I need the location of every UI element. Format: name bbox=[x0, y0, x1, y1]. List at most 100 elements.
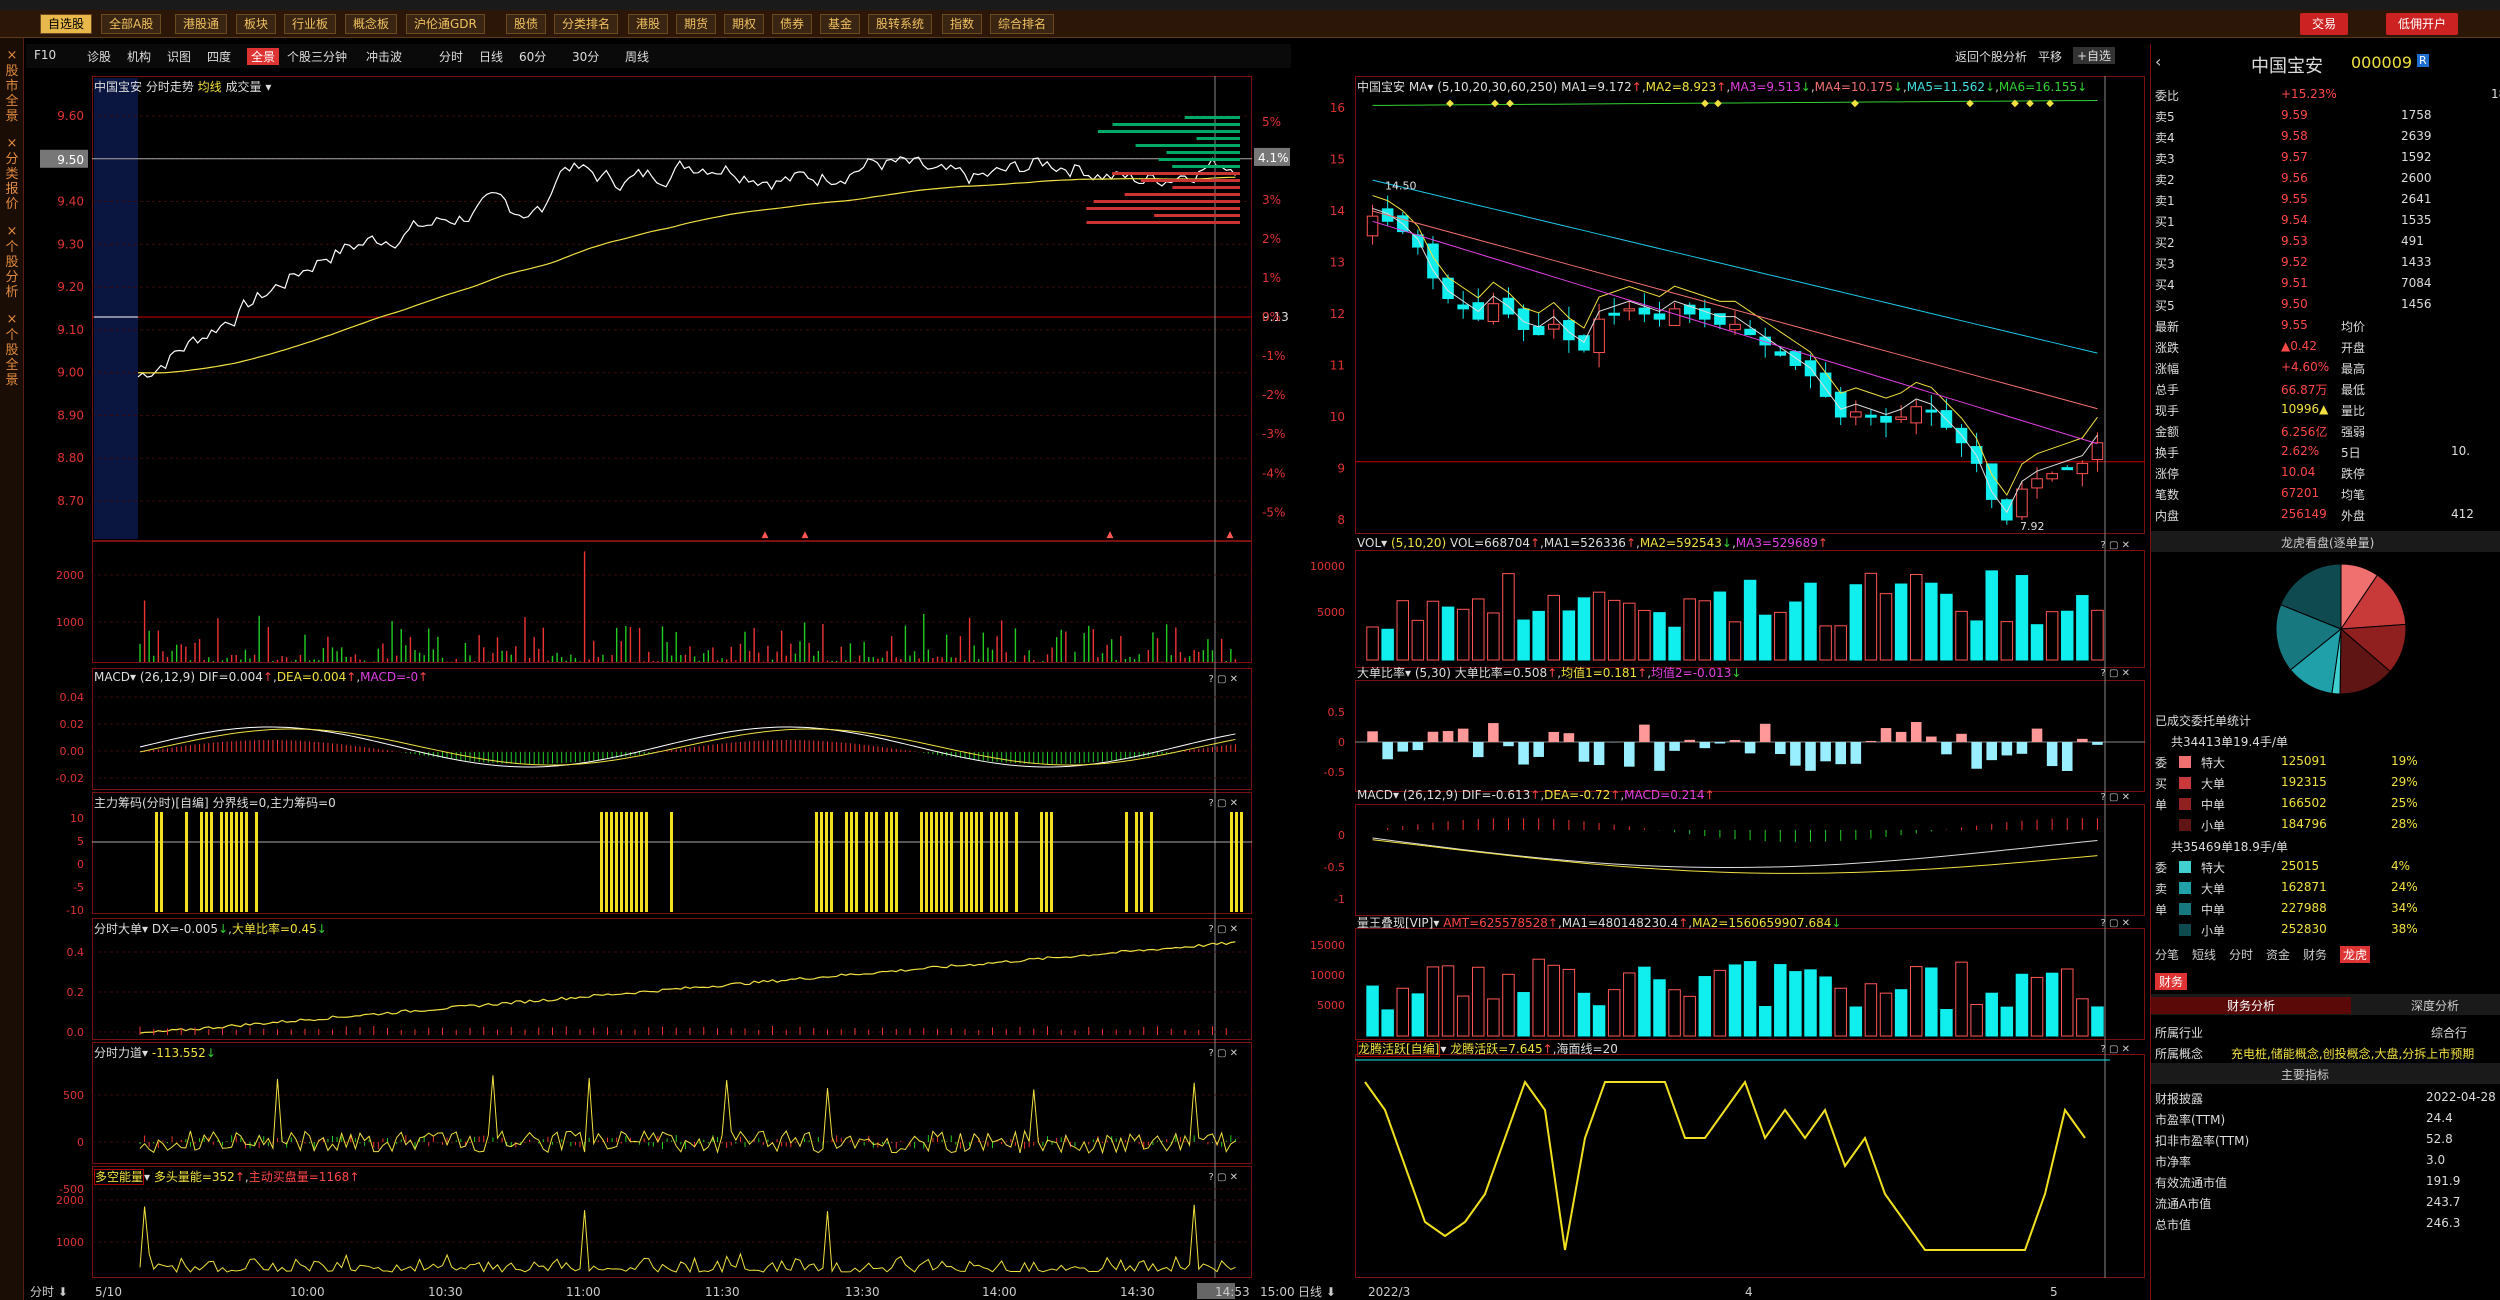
stat-row-cell: 开盘 bbox=[2341, 341, 2366, 355]
kline-candle bbox=[1442, 277, 1454, 300]
legend-swatch bbox=[2179, 903, 2191, 915]
macd-title[interactable]: MACD bbox=[94, 670, 130, 684]
quote-tab[interactable]: 分笔 bbox=[2155, 946, 2179, 963]
finance-tab[interactable]: 财务 bbox=[2155, 973, 2188, 990]
bid-row: 买3 9.52 1433 bbox=[2151, 252, 2500, 273]
quote-tab[interactable]: 资金 bbox=[2266, 946, 2290, 963]
ma-selector[interactable]: MA bbox=[1409, 80, 1428, 94]
back-arrow-icon[interactable]: ‹ bbox=[2155, 52, 2161, 71]
dmacd-params: (26,12,9) bbox=[1402, 788, 1458, 802]
dbr-c: 均值2=-0.013 bbox=[1651, 666, 1732, 680]
finance-row: 扣非市盈率(TTM) 52.8 bbox=[2151, 1129, 2500, 1150]
quote-tab[interactable]: 财务 bbox=[2303, 946, 2327, 963]
stat-row-cell: 最新 bbox=[2155, 320, 2180, 334]
bid-row: 买1 9.54 1535 bbox=[2151, 210, 2500, 231]
zl-tick-label: 5 bbox=[77, 835, 84, 848]
kline-candle bbox=[1457, 304, 1469, 310]
kline-candle bbox=[1925, 409, 1938, 413]
bid-row-cell: 491 bbox=[2401, 234, 2424, 248]
pane-controls: ? ▢ ✕ bbox=[2101, 668, 2131, 679]
price-tick-label: 9.10 bbox=[57, 323, 84, 337]
daily-tick-label: 11 bbox=[1330, 359, 1345, 373]
legend-swatch bbox=[2179, 756, 2191, 768]
daily-axis-label: 日线 ⬇ bbox=[1298, 1285, 1336, 1299]
bid-row-cell: 9.52 bbox=[2281, 255, 2308, 269]
dmacd-tick-label: -0.5 bbox=[1324, 861, 1345, 874]
buy-stat-row-cell: 28% bbox=[2391, 817, 2418, 831]
zl-title[interactable]: 主力筹码(分时)[自编] bbox=[94, 796, 209, 810]
quote-tab[interactable]: 龙虎 bbox=[2340, 946, 2371, 963]
dmacd-dif: DIF=-0.613 bbox=[1461, 788, 1531, 802]
ma3: MA3=9.513 bbox=[1730, 80, 1801, 94]
ask-row-cell: 2641 bbox=[2401, 192, 2432, 206]
buy-stat-row: 买 大单 192315 29% bbox=[2151, 772, 2500, 793]
daily-tick-label: 12 bbox=[1330, 307, 1345, 321]
concept-row-cell: 充电桩,储能概念,创投概念,大盘,分拆上市预期 bbox=[2231, 1047, 2475, 1061]
pane-controls: ? ▢ ✕ bbox=[1209, 924, 1239, 935]
dmacd-title[interactable]: MACD bbox=[1357, 788, 1393, 802]
kline-candle bbox=[1563, 320, 1575, 341]
quote-tab[interactable]: 分时 bbox=[2229, 946, 2253, 963]
intraday-title: 中国宝安 分时走势 bbox=[94, 80, 194, 94]
sell-stat-row: 小单 252830 38% bbox=[2151, 919, 2500, 940]
stat-row-cell: 67201 bbox=[2281, 486, 2320, 500]
lwdl-title[interactable]: 量王叠现[VIP] bbox=[1357, 916, 1433, 930]
price-tick-label: 9.60 bbox=[57, 109, 84, 123]
sell-stat-row-cell: 特大 bbox=[2201, 861, 2226, 875]
stat-row-cell: 10.04 bbox=[2281, 465, 2316, 479]
fsdd-title[interactable]: 分时大单 bbox=[94, 922, 142, 936]
event-marker: ◆ bbox=[2026, 98, 2034, 109]
time-tick-label: 11:30 bbox=[705, 1285, 740, 1299]
fsld-title[interactable]: 分时力道 bbox=[94, 1046, 142, 1060]
kline-candle bbox=[1850, 411, 1862, 418]
active-line bbox=[1364, 1079, 2086, 1251]
ma4: MA4=10.175 bbox=[1814, 80, 1893, 94]
dbr-a: 大单比率=0.508 bbox=[1454, 666, 1548, 680]
ma1: MA1=9.172 bbox=[1561, 80, 1632, 94]
finance-analysis-tab[interactable]: 财务分析 bbox=[2151, 997, 2351, 1014]
dmacd-tick-label: 0 bbox=[1338, 829, 1345, 842]
time-tick-label: 10:30 bbox=[428, 1285, 463, 1299]
ask-row-cell: 卖2 bbox=[2155, 173, 2175, 187]
finance-row: 市盈率(TTM) 24.4 bbox=[2151, 1108, 2500, 1129]
buy-stat-row-cell: 19% bbox=[2391, 754, 2418, 768]
finance-row-cell: 246.3 bbox=[2426, 1216, 2461, 1230]
finance-row: 有效流通市值 191.9 bbox=[2151, 1171, 2500, 1192]
daily-tick-label: 15 bbox=[1330, 153, 1345, 167]
pane-controls: ? ▢ ✕ bbox=[2101, 1044, 2131, 1055]
bid-row-cell: 1433 bbox=[2401, 255, 2432, 269]
trade-button[interactable]: 交易 bbox=[2300, 13, 2349, 35]
stat-row: 笔数 67201 均笔 bbox=[2151, 483, 2500, 504]
sell-stat-row-cell: 4% bbox=[2391, 859, 2411, 873]
deep-analysis-tab[interactable]: 深度分析 bbox=[2411, 997, 2459, 1014]
dbr-title[interactable]: 大单比率 bbox=[1357, 666, 1405, 680]
kline-candle bbox=[1865, 414, 1877, 418]
kline-candle bbox=[1593, 318, 1605, 354]
sell-stat-row-cell: 单 bbox=[2155, 903, 2168, 917]
stat-row-cell: ▲0.42 bbox=[2281, 339, 2317, 353]
dkn-title[interactable]: 多空能量 bbox=[94, 1169, 145, 1185]
stat-row-cell: 5日 bbox=[2341, 446, 2361, 460]
dvol-title[interactable]: VOL bbox=[1357, 536, 1381, 550]
macd-value: MACD=-0 bbox=[360, 670, 419, 684]
kline-candle bbox=[2001, 499, 2013, 521]
open-account-button[interactable]: 低佣开户 bbox=[2386, 13, 2459, 35]
bid-row-cell: 9.51 bbox=[2281, 276, 2308, 290]
price-tick-label: 9.30 bbox=[57, 237, 84, 251]
bid-row: 买2 9.53 491 bbox=[2151, 231, 2500, 252]
quote-tab[interactable]: 短线 bbox=[2192, 946, 2216, 963]
lhk-title: 龙虎看盘(逐单量) bbox=[2151, 531, 2500, 552]
buy-stat-row-cell: 买 bbox=[2155, 777, 2168, 791]
weibi-row-cell: 18 bbox=[2491, 87, 2500, 101]
lthy-title[interactable]: 龙腾活跃[自编] bbox=[1357, 1041, 1441, 1057]
dropdown-icon[interactable]: ▾ bbox=[265, 80, 271, 94]
legend-swatch bbox=[2179, 798, 2191, 810]
pane-controls: ? ▢ ✕ bbox=[2101, 792, 2131, 803]
sell-stat-row: 委 特大 25015 4% bbox=[2151, 856, 2500, 877]
dvol-params: (5,10,20) bbox=[1390, 536, 1447, 550]
stat-row-cell: 笔数 bbox=[2155, 488, 2180, 502]
dvol-ma3: MA3=529689 bbox=[1735, 536, 1818, 550]
bid-row-cell: 1535 bbox=[2401, 213, 2432, 227]
chart-canvas: 9.60 9.50 9.40 9.30 9.20 9.10 9.00 8.90 8.80 8.70… bbox=[30, 76, 2145, 1299]
kline-candle bbox=[2016, 488, 2028, 518]
